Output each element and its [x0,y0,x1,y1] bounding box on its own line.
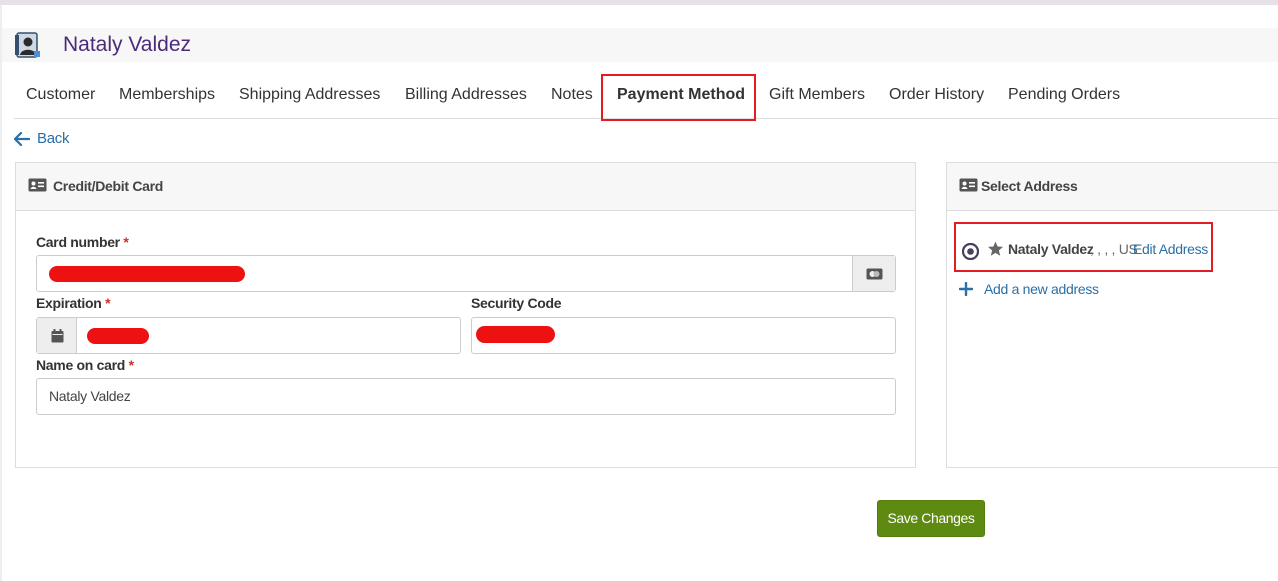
radio-selected-icon[interactable] [962,243,979,260]
card-panel-header: Credit/Debit Card [16,163,915,211]
left-border [0,5,2,581]
id-card-icon [959,178,978,197]
security-code-label: Security Code [471,295,562,311]
address-name: Nataly Valdez [1008,241,1094,257]
expiration-label: Expiration * [36,295,111,311]
top-border [0,0,1278,5]
redacted-security-code [476,326,555,343]
name-on-card-input[interactable]: Nataly Valdez [36,378,896,415]
tab-gift-members[interactable]: Gift Members [769,76,865,116]
card-number-input[interactable] [36,255,896,292]
tab-order-history[interactable]: Order History [889,76,984,116]
customer-name: Nataly Valdez [63,33,192,56]
address-panel-header: Select Address [947,163,1278,211]
tab-billing-addresses[interactable]: Billing Addresses [405,76,527,116]
expiration-addon [37,318,77,353]
security-code-input[interactable] [471,317,896,354]
tab-customer[interactable]: Customer [26,76,95,116]
plus-icon [959,282,973,296]
address-details: , , , , US [1090,241,1138,257]
credit-card-icon [866,268,883,280]
id-card-icon [28,178,47,197]
customer-card-icon [14,31,42,59]
address-panel-title: Select Address [981,178,1078,194]
back-label: Back [37,130,70,147]
name-on-card-label: Name on card * [36,357,134,373]
active-tab-highlight [601,74,756,121]
expiration-input[interactable] [36,317,461,354]
address-panel: Select Address [946,162,1278,468]
redacted-expiration [87,328,149,344]
tab-shipping-addresses[interactable]: Shipping Addresses [239,76,380,116]
card-panel: Credit/Debit Card Card number * Expirati… [15,162,916,468]
star-icon [988,241,1003,256]
edit-address-link[interactable]: Edit Address [1133,241,1208,257]
card-number-addon [852,256,895,291]
tab-notes[interactable]: Notes [551,76,593,116]
tab-memberships[interactable]: Memberships [119,76,215,116]
card-panel-title: Credit/Debit Card [53,178,164,194]
name-on-card-value: Nataly Valdez [49,388,131,404]
add-new-address-label: Add a new address [984,281,1099,297]
redacted-card-number [49,266,245,282]
arrow-left-icon [14,132,30,146]
card-number-label: Card number * [36,234,129,250]
save-changes-button[interactable]: Save Changes [877,500,985,537]
calendar-icon [51,329,64,343]
tab-pending-orders[interactable]: Pending Orders [1008,76,1120,116]
customer-header: Nataly Valdez [2,28,1278,62]
